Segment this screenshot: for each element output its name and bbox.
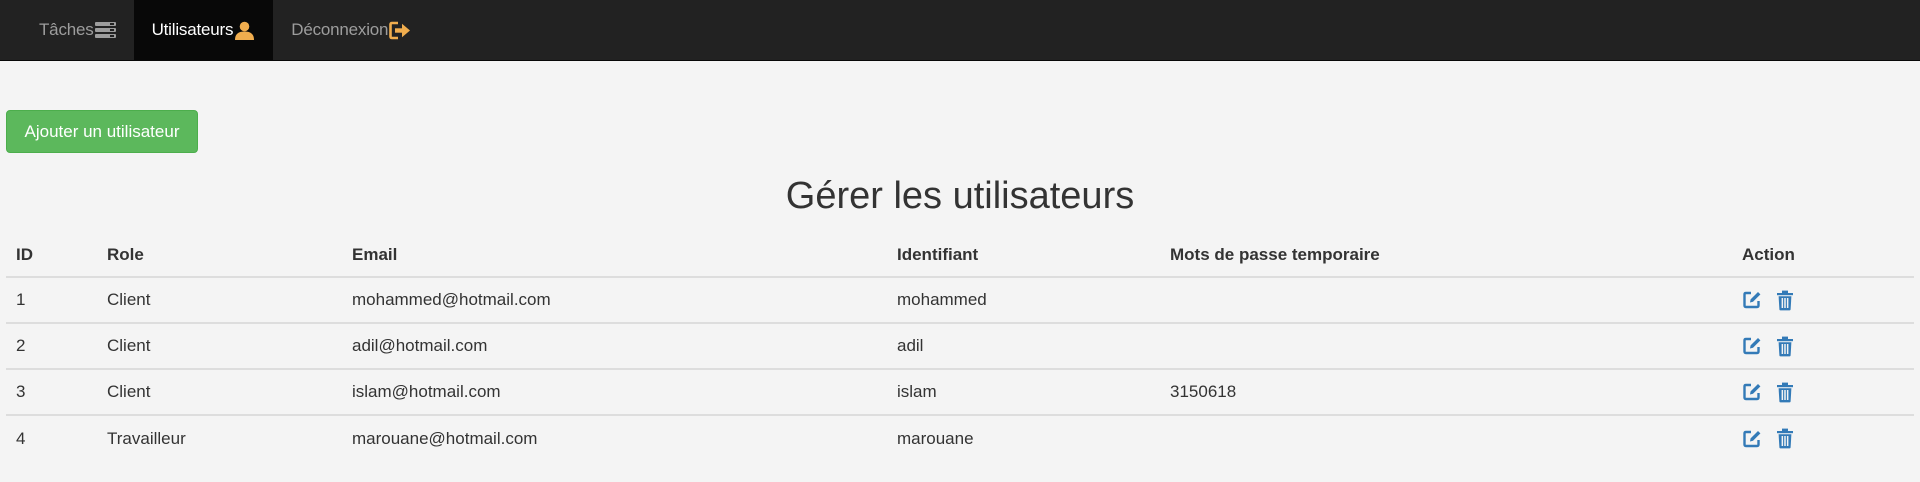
cell-email: islam@hotmail.com [342, 369, 887, 416]
logout-icon [388, 21, 411, 40]
cell-email: mohammed@hotmail.com [342, 277, 887, 324]
nav-item-label: Utilisateurs [151, 20, 234, 39]
cell-email: adil@hotmail.com [342, 323, 887, 370]
column-header-email: Email [342, 234, 887, 278]
column-header-action: Action [1732, 234, 1914, 278]
cell-identifiant: islam [887, 369, 1160, 416]
cell-role: Client [97, 369, 342, 416]
cell-role: Client [97, 323, 342, 370]
user-icon [233, 21, 255, 40]
cell-id: 1 [6, 277, 97, 324]
top-navbar: Tâches Utilisateurs Déconnexion [0, 0, 1920, 61]
add-user-button[interactable]: Ajouter un utilisateur [6, 110, 198, 153]
edit-icon[interactable] [1742, 382, 1762, 402]
page-title: Gérer les utilisateurs [785, 175, 1135, 217]
nav-item-label: Tâches [39, 20, 94, 39]
column-header-identifiant: Identifiant [887, 234, 1160, 278]
column-header-temp-password: Mots de passe temporaire [1160, 234, 1732, 278]
edit-icon[interactable] [1742, 429, 1762, 449]
edit-icon[interactable] [1742, 290, 1762, 310]
cell-temp-password: 3150618 [1160, 369, 1732, 416]
tasks-icon [94, 21, 116, 39]
cell-id: 4 [16, 428, 26, 448]
cell-actions [1732, 277, 1914, 324]
trash-icon[interactable] [1776, 290, 1794, 311]
column-header-id: ID [6, 234, 97, 278]
table-row: 1 Client mohammed@hotmail.com mohammed [6, 277, 1914, 324]
cell-actions [1732, 369, 1914, 416]
trash-icon[interactable] [1776, 428, 1794, 449]
cell-identifiant: marouane [897, 428, 974, 448]
nav-item-label: Déconnexion [291, 20, 389, 39]
table-row: 3 Client islam@hotmail.com islam 3150618 [6, 369, 1914, 416]
column-header-role: Role [97, 234, 342, 278]
cell-role: Travailleur [107, 428, 186, 448]
cell-id: 2 [6, 323, 97, 370]
trash-icon[interactable] [1776, 382, 1794, 403]
cell-temp-password [1160, 415, 1732, 461]
users-table: ID Role Email Identifiant Mots de passe … [6, 234, 1914, 461]
cell-identifiant: mohammed [887, 277, 1160, 324]
cell-actions [1732, 415, 1914, 461]
table-row: 2 Client adil@hotmail.com adil [6, 323, 1914, 370]
cell-role: Client [97, 277, 342, 324]
nav-item-deconnexion[interactable]: Déconnexion [273, 0, 429, 60]
table-row: 4 Travailleur marouane@hotmail.com marou… [6, 415, 1914, 461]
cell-id: 3 [6, 369, 97, 416]
cell-identifiant: adil [887, 323, 1160, 370]
trash-icon[interactable] [1776, 336, 1794, 357]
table-header-row: ID Role Email Identifiant Mots de passe … [6, 234, 1914, 278]
cell-email: marouane@hotmail.com [352, 428, 538, 448]
edit-icon[interactable] [1742, 336, 1762, 356]
cell-temp-password [1160, 323, 1732, 370]
cell-actions [1732, 323, 1914, 370]
nav-item-taches[interactable]: Tâches [21, 0, 134, 60]
cell-temp-password [1160, 277, 1732, 324]
nav-item-utilisateurs[interactable]: Utilisateurs [133, 0, 274, 60]
